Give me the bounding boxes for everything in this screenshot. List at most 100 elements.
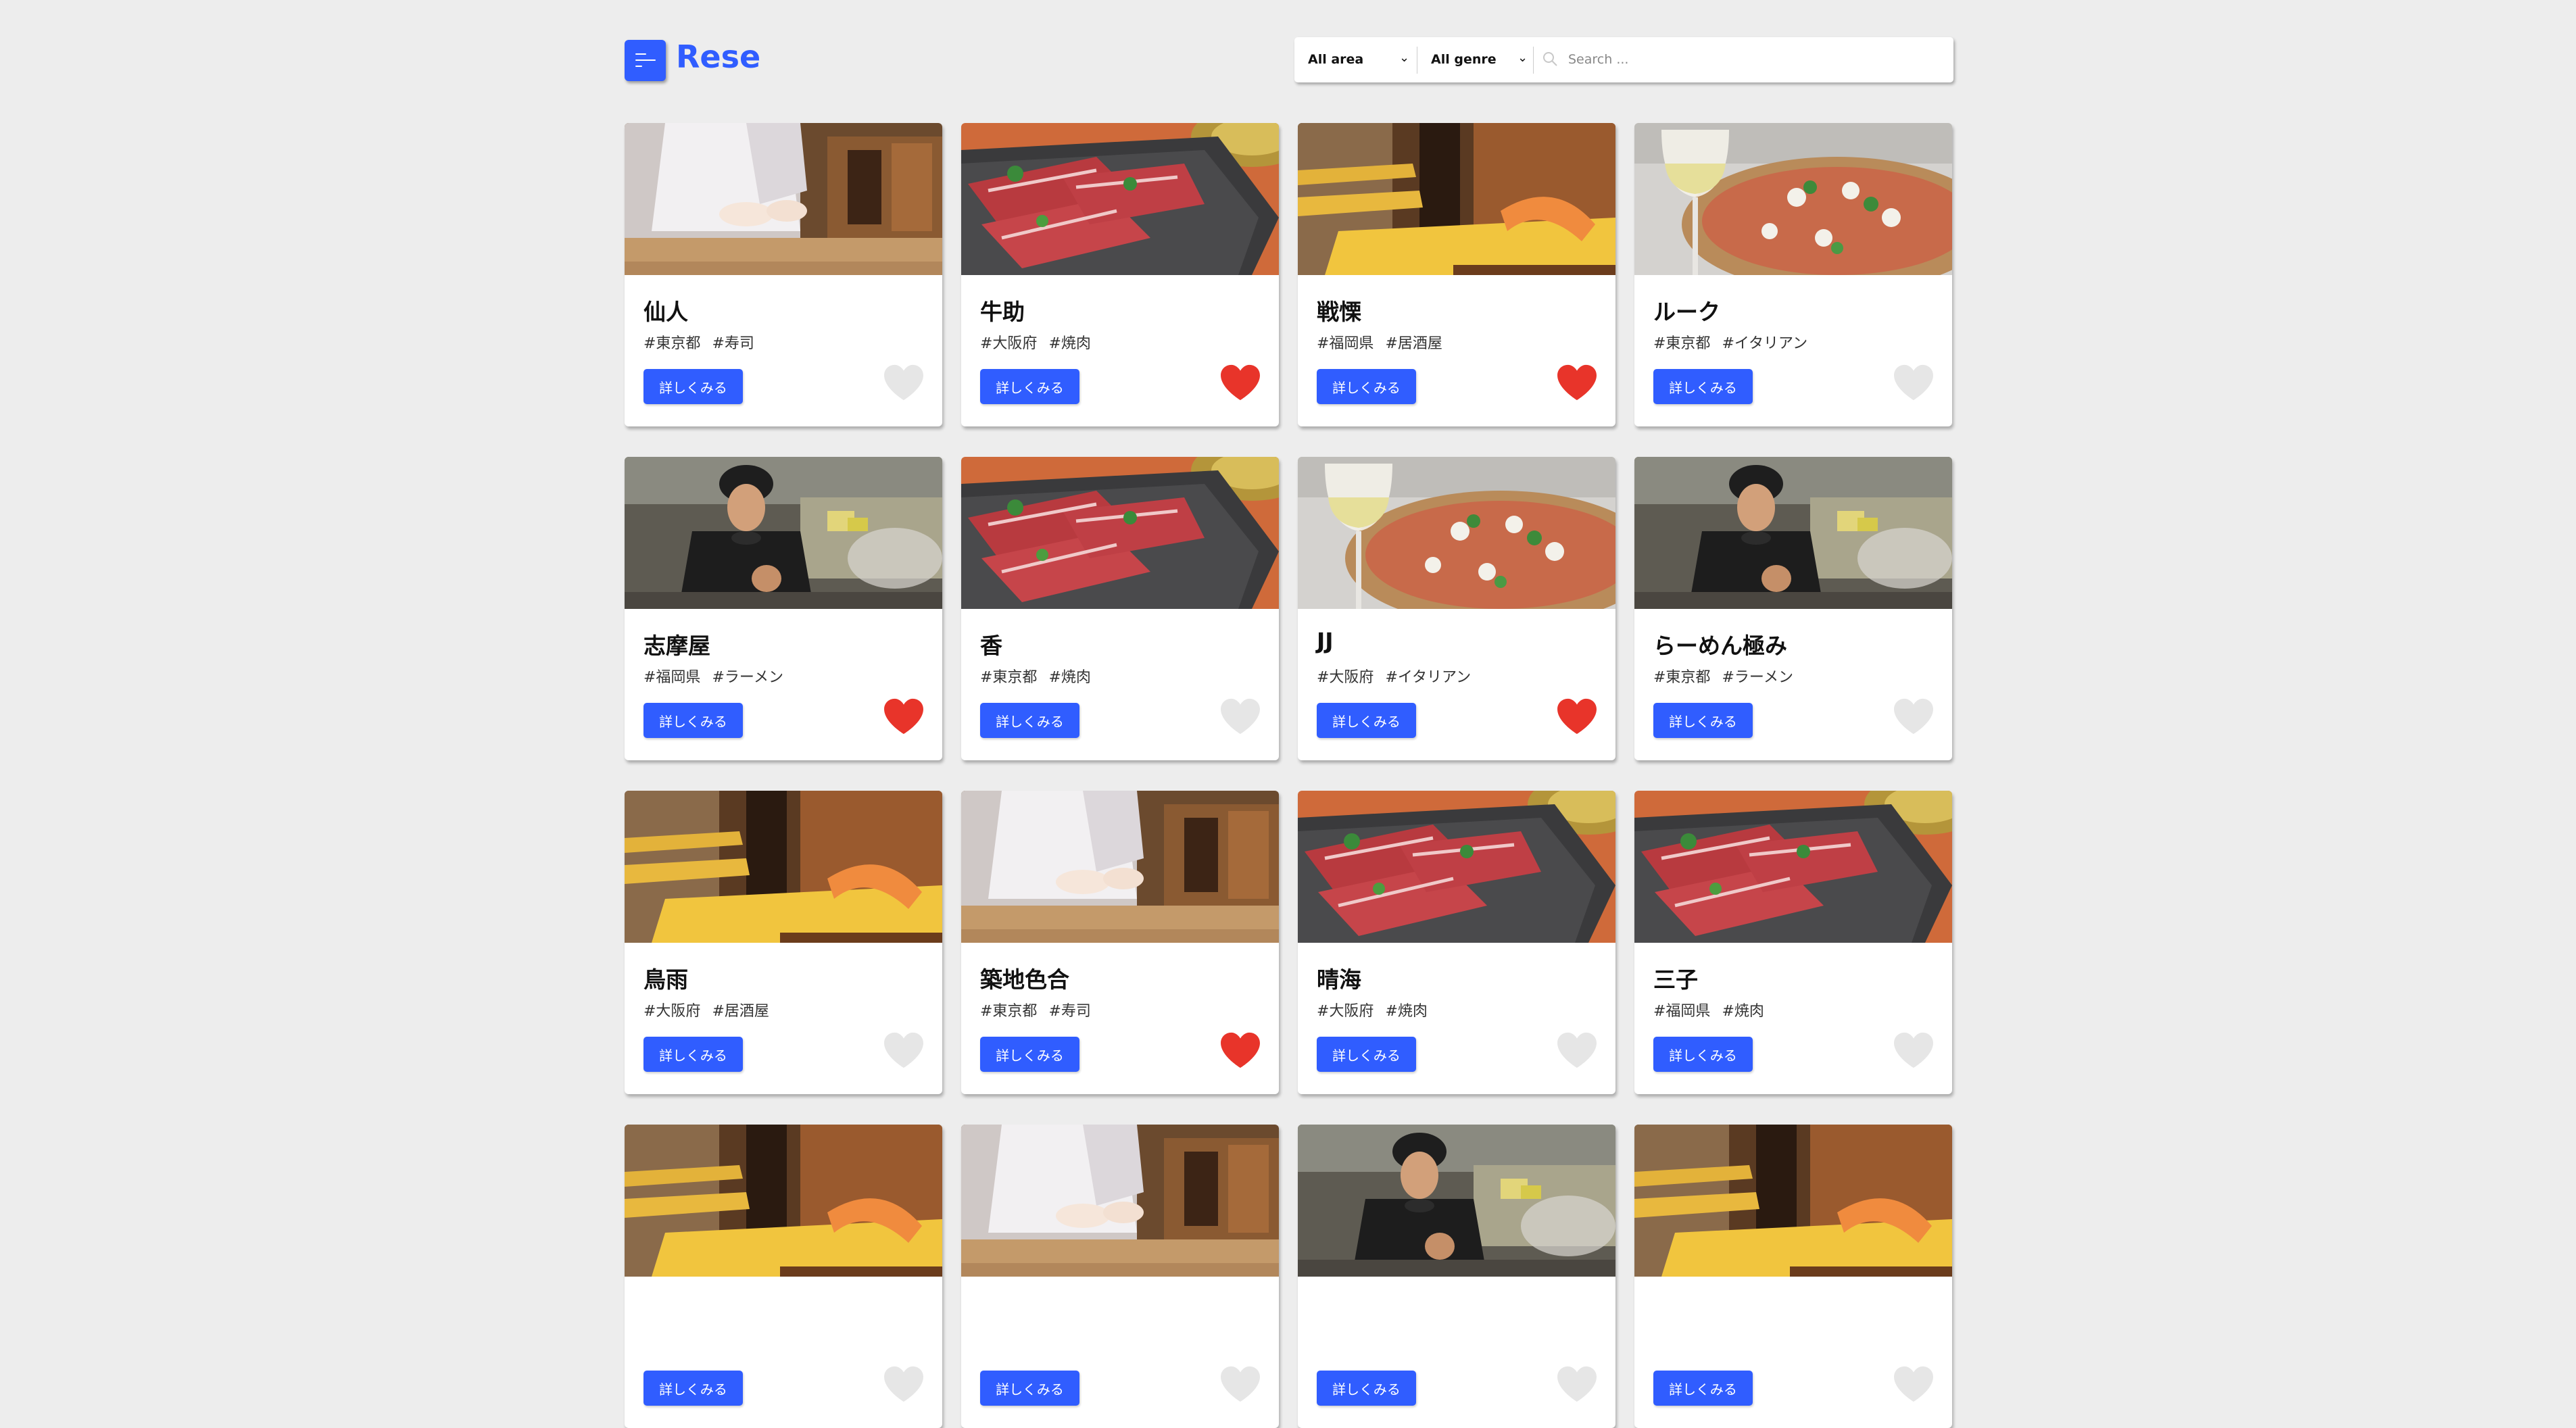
detail-button[interactable]: 詳しくみる (643, 369, 743, 404)
shop-photo (1634, 457, 1952, 609)
area-tag: #東京都 (980, 1003, 1038, 1020)
shop-card: 詳しくみる (961, 1125, 1279, 1428)
shop-name: 戦慄 (1317, 299, 1361, 325)
shop-card: 三子 #福岡県 #焼肉 詳しくみる (1634, 791, 1952, 1094)
shop-tags: #東京都 #焼肉 (980, 665, 1098, 687)
shop-name: 仙人 (643, 299, 688, 325)
detail-button[interactable]: 詳しくみる (980, 369, 1079, 404)
shop-name: 鳥雨 (643, 966, 688, 993)
shop-tags: #東京都 #寿司 (643, 331, 761, 353)
shop-photo (961, 457, 1279, 609)
shop-tags: #大阪府 #居酒屋 (643, 999, 776, 1020)
detail-button[interactable]: 詳しくみる (643, 1037, 743, 1072)
shop-photo (1298, 123, 1615, 275)
shop-photo (625, 791, 942, 943)
area-select-value: All area (1308, 52, 1364, 67)
area-tag: #大阪府 (1317, 1003, 1374, 1020)
detail-button[interactable]: 詳しくみる (1653, 369, 1753, 404)
shop-name: 築地色合 (980, 966, 1069, 993)
logo: Rese (676, 39, 761, 75)
shop-card: 戦慄 #福岡県 #居酒屋 詳しくみる (1298, 123, 1615, 426)
shop-card: 築地色合 #東京都 #寿司 詳しくみる (961, 791, 1279, 1094)
genre-tag: #焼肉 (1722, 1003, 1764, 1020)
shop-photo (1298, 1125, 1615, 1277)
detail-button[interactable]: 詳しくみる (1653, 1371, 1753, 1406)
heart-outline-icon[interactable] (1556, 1031, 1598, 1069)
genre-tag: #焼肉 (1385, 1003, 1428, 1020)
shop-card: 香 #東京都 #焼肉 詳しくみる (961, 457, 1279, 760)
shop-tags (980, 1333, 994, 1350)
heart-outline-icon[interactable] (1219, 1365, 1261, 1403)
area-tag: #大阪府 (1317, 669, 1374, 686)
detail-button[interactable]: 詳しくみる (1317, 703, 1416, 738)
genre-select-value: All genre (1431, 52, 1497, 67)
shop-photo (961, 1125, 1279, 1277)
area-tag: #福岡県 (643, 669, 701, 686)
genre-tag: #ラーメン (712, 669, 783, 686)
menu-icon-line (635, 66, 642, 67)
area-select[interactable]: All area ⌄ (1294, 37, 1416, 82)
shop-tags: #福岡県 #焼肉 (1653, 999, 1771, 1020)
heart-outline-icon[interactable] (1219, 697, 1261, 735)
genre-tag: #焼肉 (1048, 335, 1091, 352)
detail-button[interactable]: 詳しくみる (980, 1371, 1079, 1406)
shop-tags (643, 1333, 657, 1350)
genre-tag: #焼肉 (1048, 669, 1091, 686)
detail-button[interactable]: 詳しくみる (1317, 1037, 1416, 1072)
genre-tag: #寿司 (712, 335, 754, 352)
detail-button[interactable]: 詳しくみる (980, 703, 1079, 738)
shop-name: JJ (1317, 628, 1334, 654)
shop-name: 三子 (1653, 966, 1698, 993)
heart-filled-icon[interactable] (883, 697, 925, 735)
heart-outline-icon[interactable] (1556, 1365, 1598, 1403)
menu-button[interactable] (625, 40, 666, 81)
detail-button[interactable]: 詳しくみる (1317, 1371, 1416, 1406)
detail-button[interactable]: 詳しくみる (1653, 703, 1753, 738)
chevron-down-icon: ⌄ (1517, 51, 1528, 65)
heart-filled-icon[interactable] (1556, 697, 1598, 735)
detail-button[interactable]: 詳しくみる (643, 703, 743, 738)
genre-tag: #イタリアン (1722, 335, 1808, 352)
heart-outline-icon[interactable] (1893, 1031, 1935, 1069)
search-input[interactable]: Search ... (1568, 52, 1628, 67)
heart-outline-icon[interactable] (883, 364, 925, 401)
genre-select[interactable]: All genre ⌄ (1417, 37, 1532, 82)
area-tag: #東京都 (1653, 335, 1711, 352)
shop-name: らーめん極み (1653, 633, 1787, 659)
shop-photo (625, 123, 942, 275)
shop-card: ルーク #東京都 #イタリアン 詳しくみる (1634, 123, 1952, 426)
menu-icon (635, 53, 646, 55)
shop-photo (625, 457, 942, 609)
shop-card: JJ #大阪府 #イタリアン 詳しくみる (1298, 457, 1615, 760)
heart-filled-icon[interactable] (1556, 364, 1598, 401)
heart-outline-icon[interactable] (1893, 364, 1935, 401)
heart-filled-icon[interactable] (1219, 1031, 1261, 1069)
heart-outline-icon[interactable] (1893, 1365, 1935, 1403)
shop-tags (1317, 1333, 1330, 1350)
shop-card: 鳥雨 #大阪府 #居酒屋 詳しくみる (625, 791, 942, 1094)
genre-tag: #居酒屋 (712, 1003, 769, 1020)
detail-button[interactable]: 詳しくみる (980, 1037, 1079, 1072)
shop-tags: #大阪府 #イタリアン (1317, 665, 1478, 687)
shop-name: 牛助 (980, 299, 1025, 325)
shop-photo (961, 791, 1279, 943)
heart-outline-icon[interactable] (883, 1365, 925, 1403)
shop-tags: #東京都 #イタリアン (1653, 331, 1814, 353)
area-tag: #大阪府 (980, 335, 1038, 352)
shop-tags: #東京都 #ラーメン (1653, 665, 1800, 687)
area-tag: #東京都 (980, 669, 1038, 686)
heart-outline-icon[interactable] (1893, 697, 1935, 735)
shop-tags (1653, 1333, 1667, 1350)
detail-button[interactable]: 詳しくみる (643, 1371, 743, 1406)
heart-outline-icon[interactable] (883, 1031, 925, 1069)
detail-button[interactable]: 詳しくみる (1317, 369, 1416, 404)
shop-card: 晴海 #大阪府 #焼肉 詳しくみる (1298, 791, 1615, 1094)
shop-card: 詳しくみる (1298, 1125, 1615, 1428)
shop-card: 仙人 #東京都 #寿司 詳しくみる (625, 123, 942, 426)
area-tag: #福岡県 (1653, 1003, 1711, 1020)
genre-tag: #ラーメン (1722, 669, 1793, 686)
detail-button[interactable]: 詳しくみる (1653, 1037, 1753, 1072)
header: Rese All area ⌄ All genre ⌄ Search ... (625, 37, 1953, 84)
shop-name: 志摩屋 (643, 633, 710, 659)
heart-filled-icon[interactable] (1219, 364, 1261, 401)
